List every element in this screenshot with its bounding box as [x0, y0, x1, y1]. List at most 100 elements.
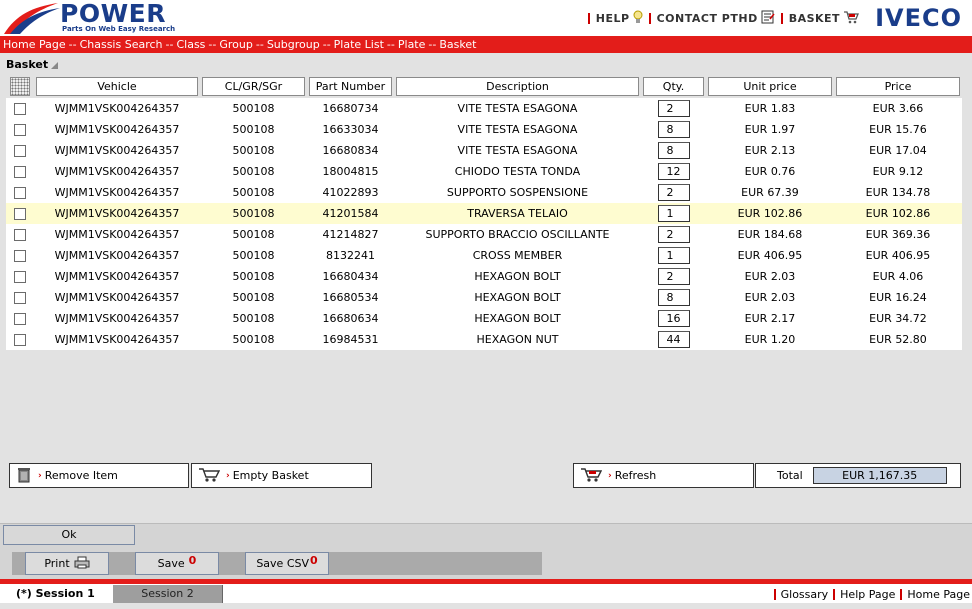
breadcrumb-item[interactable]: Subgroup: [267, 38, 320, 51]
header: POWER Parts On Web Easy Research HELP CO…: [0, 0, 972, 36]
refresh-button[interactable]: › Refresh: [573, 463, 754, 488]
table-row[interactable]: WJMM1VSK004264357 500108 41201584 TRAVERSA …: [6, 203, 962, 224]
header-vehicle[interactable]: Vehicle: [34, 75, 200, 98]
description-cell: CHIODO TESTA TONDA: [454, 165, 581, 178]
section-title[interactable]: Basket: [6, 58, 59, 71]
breadcrumb-item[interactable]: Class: [176, 38, 205, 51]
table-row[interactable]: WJMM1VSK004264357 500108 16680634 HEXAGON B…: [6, 308, 962, 329]
qty-cell: [641, 98, 706, 119]
header-description[interactable]: Description: [394, 75, 641, 98]
tab-session-2[interactable]: Session 2: [113, 585, 223, 603]
header-qty[interactable]: Qty.: [641, 75, 706, 98]
row-checkbox[interactable]: [14, 313, 26, 325]
save-button[interactable]: Save 0: [135, 552, 219, 575]
link-separator: [780, 12, 783, 24]
part-number-cell: 16680634: [322, 312, 379, 325]
save-badge-icon: 0: [188, 554, 197, 567]
qty-input[interactable]: [657, 289, 690, 306]
contact-pthd-link[interactable]: CONTACT PTHD: [648, 10, 775, 27]
part-number-cell: 16680534: [322, 291, 379, 304]
qty-input[interactable]: [657, 142, 690, 159]
row-checkbox-cell: [6, 266, 34, 287]
row-checkbox-cell: [6, 329, 34, 350]
breadcrumb-item[interactable]: Home Page: [3, 38, 66, 51]
row-checkbox[interactable]: [14, 145, 26, 157]
footer-link[interactable]: Glossary: [773, 588, 828, 601]
table-row[interactable]: WJMM1VSK004264357 500108 41022893 SUPPORTO …: [6, 182, 962, 203]
part-number-cell: 16633034: [322, 123, 379, 136]
qty-input[interactable]: [657, 310, 690, 327]
header-part-number[interactable]: Part Number: [307, 75, 394, 98]
part-number-cell: 41214827: [322, 228, 379, 241]
link-separator: [587, 12, 590, 24]
table-row[interactable]: WJMM1VSK004264357 500108 16633034 VITE TEST…: [6, 119, 962, 140]
ok-button[interactable]: Ok: [3, 525, 135, 545]
breadcrumb-item[interactable]: Chassis Search: [80, 38, 163, 51]
table-row[interactable]: WJMM1VSK004264357 500108 8132241 CROSS MEMB…: [6, 245, 962, 266]
qty-input[interactable]: [657, 226, 690, 243]
breadcrumb-item[interactable]: Plate List: [334, 38, 384, 51]
row-checkbox-cell: [6, 308, 34, 329]
qty-cell: [641, 245, 706, 266]
qty-input[interactable]: [657, 205, 690, 222]
qty-cell: [641, 182, 706, 203]
basket-link[interactable]: BASKET: [780, 10, 860, 27]
row-checkbox[interactable]: [14, 271, 26, 283]
row-checkbox[interactable]: [14, 334, 26, 346]
header-clgrsgr[interactable]: CL/GR/SGr: [200, 75, 307, 98]
horizontal-scrollbar[interactable]: [0, 603, 972, 609]
footer-link[interactable]: Home Page: [900, 588, 970, 601]
breadcrumb-separator: --: [68, 38, 77, 51]
qty-input[interactable]: [657, 100, 690, 117]
basket-table-body: WJMM1VSK004264357 500108 16680734 VITE TEST…: [6, 98, 962, 350]
power-logo[interactable]: POWER Parts On Web Easy Research: [2, 0, 175, 35]
tab-session-1[interactable]: (*) Session 1: [3, 585, 115, 603]
qty-input[interactable]: [657, 268, 690, 285]
table-row[interactable]: WJMM1VSK004264357 500108 41214827 SUPPORTO …: [6, 224, 962, 245]
footer-links: Glossary Help Page Home Page: [769, 585, 970, 603]
remove-item-button[interactable]: › Remove Item: [9, 463, 189, 488]
row-checkbox[interactable]: [14, 124, 26, 136]
header-unit-price[interactable]: Unit price: [706, 75, 834, 98]
table-row[interactable]: WJMM1VSK004264357 500108 16680834 VITE TEST…: [6, 140, 962, 161]
empty-basket-button[interactable]: › Empty Basket: [191, 463, 372, 488]
table-row[interactable]: WJMM1VSK004264357 500108 16984531 HEXAGON N…: [6, 329, 962, 350]
print-button[interactable]: Print: [25, 552, 109, 575]
row-checkbox[interactable]: [14, 250, 26, 262]
row-checkbox[interactable]: [14, 292, 26, 304]
table-row[interactable]: WJMM1VSK004264357 500108 18004815 CHIODO TE…: [6, 161, 962, 182]
qty-input[interactable]: [657, 184, 690, 201]
cart-icon: [198, 466, 221, 486]
qty-cell: [641, 203, 706, 224]
table-row[interactable]: WJMM1VSK004264357 500108 16680434 HEXAGON B…: [6, 266, 962, 287]
qty-input[interactable]: [657, 247, 690, 264]
footer-link[interactable]: Help Page: [833, 588, 895, 601]
qty-input[interactable]: [657, 163, 690, 180]
table-row[interactable]: WJMM1VSK004264357 500108 16680534 HEXAGON B…: [6, 287, 962, 308]
header-price[interactable]: Price: [834, 75, 962, 98]
select-all-header: [6, 75, 34, 98]
row-checkbox[interactable]: [14, 229, 26, 241]
row-checkbox[interactable]: [14, 187, 26, 199]
qty-cell: [641, 140, 706, 161]
breadcrumb-item[interactable]: Basket: [439, 38, 476, 51]
trash-icon: [16, 466, 32, 486]
save-csv-button[interactable]: Save CSV 0: [245, 552, 329, 575]
table-row[interactable]: WJMM1VSK004264357 500108 16680734 VITE TEST…: [6, 98, 962, 119]
vehicle-cell: WJMM1VSK004264357: [34, 203, 200, 224]
part-number-cell: 16680434: [322, 270, 379, 283]
row-checkbox[interactable]: [14, 208, 26, 220]
qty-input[interactable]: [657, 331, 690, 348]
breadcrumb-item[interactable]: Group: [219, 38, 253, 51]
refresh-label: Refresh: [614, 469, 657, 482]
help-link[interactable]: HELP: [587, 10, 643, 27]
breadcrumb-item[interactable]: Plate: [398, 38, 426, 51]
row-checkbox[interactable]: [14, 103, 26, 115]
empty-basket-label: Empty Basket: [232, 469, 309, 482]
vehicle-cell: WJMM1VSK004264357: [54, 333, 180, 346]
select-all-toggle[interactable]: [10, 77, 30, 96]
qty-input[interactable]: [657, 121, 690, 138]
row-checkbox[interactable]: [14, 166, 26, 178]
qty-cell: [641, 119, 706, 140]
vehicle-cell: WJMM1VSK004264357: [54, 270, 180, 283]
